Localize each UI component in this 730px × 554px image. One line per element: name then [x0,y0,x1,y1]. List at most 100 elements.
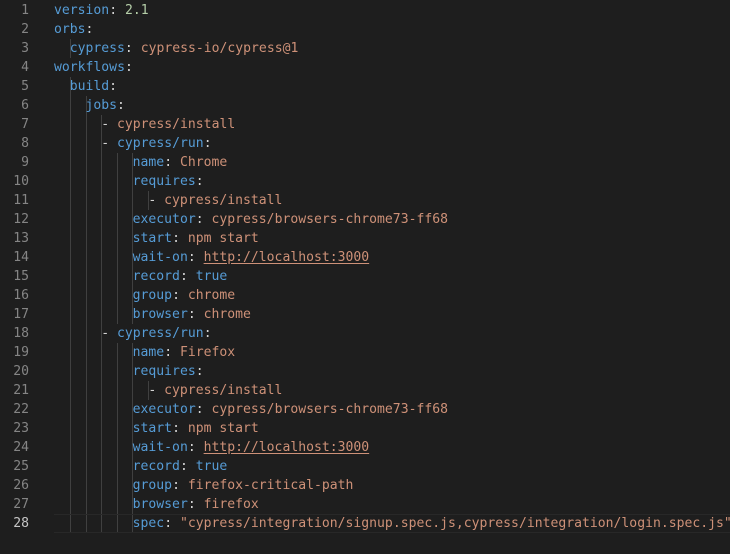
code-line[interactable]: 16 group: chrome [0,286,730,305]
yaml-key: wait-on [132,440,188,455]
code-line[interactable]: 18 - cypress/run: [0,324,730,343]
code-content[interactable]: requires: [133,362,204,381]
yaml-key: name [132,345,165,360]
line-number: 20 [13,364,29,379]
code-line[interactable]: 8 - cypress/run: [0,134,730,153]
code-line[interactable]: 3 cypress: cypress-io/cypress@1 [0,39,730,58]
indent-guide [117,343,118,362]
code-line[interactable]: 13 start: npm start [0,229,730,248]
code-content[interactable]: group: chrome [133,286,236,305]
yaml-key: record [132,269,180,284]
code-content[interactable]: - cypress/install [148,381,282,400]
code-line[interactable]: 7 - cypress/install [0,115,730,134]
code-line[interactable]: 2 orbs: [0,20,730,39]
code-content[interactable]: group: firefox-critical-path [133,476,354,495]
code-line[interactable]: 28 spec: "cypress/integration/signup.spec… [0,514,730,533]
code-line[interactable]: 15 record: true [0,267,730,286]
colon: : [195,402,204,417]
code-content[interactable]: jobs: [85,96,124,115]
code-content[interactable]: version: 2.1 [54,1,149,20]
indent-guide [117,172,118,191]
line-number: 3 [21,41,29,56]
code-line[interactable]: 17 browser: chrome [0,305,730,324]
code-content[interactable]: name: Chrome [133,153,228,172]
code-line[interactable]: 10 requires: [0,172,730,191]
code-line[interactable]: 21 - cypress/install [0,381,730,400]
code-line[interactable]: 5 build: [0,77,730,96]
indent-guide [70,115,71,134]
code-line[interactable]: 24 wait-on: http://localhost:3000 [0,438,730,457]
code-line[interactable]: 4 workflows: [0,58,730,77]
code-line[interactable]: 20 requires: [0,362,730,381]
code-content[interactable]: requires: [133,172,204,191]
code-content[interactable]: browser: chrome [133,305,251,324]
code-content[interactable]: - cypress/run: [101,324,211,343]
code-line[interactable]: 26 group: firefox-critical-path [0,476,730,495]
indent-guide [86,191,87,210]
yaml-key: orbs [54,22,86,37]
indent-guide [86,153,87,172]
yaml-key: requires [132,364,196,379]
code-line[interactable]: 6 jobs: [0,96,730,115]
code-content[interactable]: wait-on: http://localhost:3000 [133,248,370,267]
indent-guide [86,381,87,400]
code-content[interactable]: executor: cypress/browsers-chrome73-ff68 [133,210,448,229]
indent-guide [86,343,87,362]
code-content[interactable]: wait-on: http://localhost:3000 [133,438,370,457]
code-content[interactable]: start: npm start [133,229,259,248]
code-content[interactable]: - cypress/install [101,115,235,134]
yaml-key: cypress/run [116,136,204,151]
line-number: 25 [13,459,29,474]
code-content[interactable]: browser: firefox [133,495,259,514]
code-content[interactable]: name: Firefox [133,343,236,362]
code-line[interactable]: 12 executor: cypress/browsers-chrome73-ff… [0,210,730,229]
code-content[interactable]: - cypress/install [148,191,282,210]
code-line[interactable]: 9 name: Chrome [0,153,730,172]
code-line[interactable]: 27 browser: firefox [0,495,730,514]
yaml-value: true [195,459,228,474]
code-line[interactable]: 22 executor: cypress/browsers-chrome73-ff… [0,400,730,419]
yaml-value: cypress-io/cypress@1 [140,41,299,56]
code-content[interactable]: executor: cypress/browsers-chrome73-ff68 [133,400,448,419]
code-line[interactable]: 1 version: 2.1 [0,1,730,20]
url-link[interactable]: http://localhost:3000 [204,250,370,265]
colon: : [117,98,125,113]
code-line[interactable]: 25 record: true [0,457,730,476]
code-content[interactable]: start: npm start [133,419,259,438]
code-line[interactable]: 23 start: npm start [0,419,730,438]
indent-guide [117,495,118,514]
line-number: 8 [21,136,29,151]
code-editor[interactable]: 1 version: 2.1 2 orbs: 3 cypress: cypress-io/… [0,0,730,554]
indent-guide [70,514,71,533]
yaml-key: executor [132,402,196,417]
indent-guide [117,400,118,419]
indent-guide [117,419,118,438]
code-line[interactable]: 11 - cypress/install [0,191,730,210]
indent-guide [70,400,71,419]
code-content[interactable]: orbs: [54,20,93,39]
line-number: 13 [13,231,29,246]
colon: : [187,307,196,322]
indent-guide [70,476,71,495]
line-number: 1 [21,3,29,18]
code-content[interactable]: - cypress/run: [101,134,211,153]
code-line[interactable]: 19 name: Firefox [0,343,730,362]
yaml-key: name [132,155,165,170]
colon: : [187,497,196,512]
code-content[interactable]: cypress: cypress-io/cypress@1 [70,39,299,58]
code-content[interactable]: record: true [133,457,228,476]
code-content[interactable]: workflows: [54,58,133,77]
list-dash: - [101,117,117,132]
indent-guide [86,514,87,533]
url-link[interactable]: http://localhost:3000 [204,440,370,455]
colon: : [179,269,188,284]
line-number: 7 [21,117,29,132]
code-line[interactable]: 14 wait-on: http://localhost:3000 [0,248,730,267]
line-number: 2 [21,22,29,37]
code-content[interactable]: record: true [133,267,228,286]
indent-guide [117,362,118,381]
indent-guide [101,267,102,286]
code-content[interactable]: build: [70,77,117,96]
yaml-value: npm start [187,421,259,436]
code-content[interactable]: spec: "cypress/integration/signup.spec.j… [133,514,730,533]
